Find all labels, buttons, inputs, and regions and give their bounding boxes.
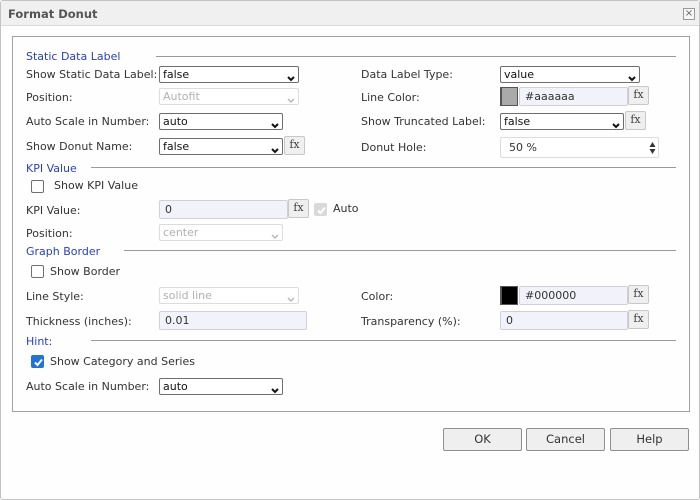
show-border-checkbox[interactable]	[31, 265, 44, 278]
donut-hole-spinner[interactable]: 50 %	[500, 137, 659, 158]
kpi-value-input[interactable]: 0	[159, 200, 288, 219]
donut-hole-value: 50 %	[509, 141, 537, 154]
line-color-fx-button[interactable]: fx	[628, 86, 649, 105]
auto-scale-label: Auto Scale in Number:	[26, 115, 150, 128]
section-divider	[91, 167, 676, 168]
select-value: solid line	[163, 289, 212, 302]
show-kpi-value-label: Show KPI Value	[54, 179, 138, 192]
show-static-data-label-select[interactable]: false	[159, 66, 299, 83]
close-icon[interactable]: ×	[683, 8, 695, 20]
section-divider	[91, 340, 676, 341]
line-color-label: Line Color:	[361, 91, 420, 104]
position-label: Position:	[26, 91, 73, 104]
section-divider	[124, 250, 676, 251]
select-value: center	[163, 226, 199, 239]
line-color-swatch[interactable]	[500, 87, 518, 106]
kpi-position-label: Position:	[26, 227, 73, 240]
auto-scale-select[interactable]: auto	[159, 113, 283, 130]
section-title-static-data-label: Static Data Label	[26, 50, 121, 63]
donut-hole-label: Donut Hole:	[361, 141, 427, 154]
spinner-arrows-icon[interactable]	[649, 141, 656, 155]
donut-name-fx-button[interactable]: fx	[284, 136, 305, 155]
dialog-title: Format Donut	[8, 7, 98, 21]
section-title-hint: Hint:	[26, 335, 53, 348]
hint-auto-scale-label: Auto Scale in Number:	[26, 380, 150, 393]
show-truncated-label-select[interactable]: false	[500, 113, 624, 130]
title-bar: Format Donut ×	[1, 1, 699, 26]
chevron-down-icon	[287, 71, 295, 82]
section-divider	[156, 56, 676, 57]
format-donut-dialog: Format Donut × Static Data Label Show St…	[0, 0, 700, 500]
line-color-input[interactable]: #aaaaaa	[519, 87, 628, 106]
thickness-input[interactable]: 0.01	[159, 311, 307, 330]
data-label-type-select[interactable]: value	[500, 66, 640, 83]
cancel-button[interactable]: Cancel	[526, 428, 605, 451]
kpi-value-fx-button[interactable]: fx	[288, 199, 309, 218]
section-title-kpi-value: KPI Value	[26, 162, 77, 175]
transparency-input[interactable]: 0	[500, 311, 628, 330]
show-kpi-value-checkbox[interactable]	[31, 180, 44, 193]
border-color-input[interactable]: #000000	[519, 286, 628, 305]
border-color-fx-button[interactable]: fx	[628, 285, 649, 304]
chevron-down-icon	[628, 71, 636, 82]
show-donut-name-label: Show Donut Name:	[26, 140, 133, 153]
hint-auto-scale-select[interactable]: auto	[159, 378, 283, 395]
kpi-auto-label: Auto	[333, 202, 359, 215]
line-style-select[interactable]: solid line	[159, 287, 299, 304]
kpi-position-select[interactable]: center	[159, 224, 283, 241]
section-title-graph-border: Graph Border	[26, 245, 101, 258]
chevron-down-icon	[271, 383, 279, 394]
border-color-label: Color:	[361, 290, 394, 303]
truncated-label-fx-button[interactable]: fx	[625, 111, 646, 130]
checkmark-icon	[34, 358, 43, 367]
transparency-label: Transparency (%):	[361, 315, 461, 328]
chevron-down-icon	[612, 118, 620, 129]
kpi-auto-checkbox[interactable]	[314, 203, 327, 216]
data-label-type-label: Data Label Type:	[361, 68, 453, 81]
select-value: false	[163, 68, 190, 81]
chevron-down-icon	[271, 143, 279, 154]
select-value: value	[504, 68, 535, 81]
help-button[interactable]: Help	[610, 428, 689, 451]
thickness-label: Thickness (inches):	[26, 315, 132, 328]
show-border-label: Show Border	[50, 265, 121, 278]
select-value: auto	[163, 115, 188, 128]
select-value: false	[163, 140, 190, 153]
border-color-swatch[interactable]	[500, 286, 518, 305]
chevron-down-icon	[271, 118, 279, 129]
select-value: false	[504, 115, 531, 128]
checkmark-icon	[317, 206, 326, 215]
settings-panel: Static Data Label Show Static Data Label…	[12, 36, 690, 412]
transparency-fx-button[interactable]: fx	[628, 310, 649, 329]
ok-button[interactable]: OK	[443, 428, 522, 451]
show-static-data-label-label: Show Static Data Label:	[26, 68, 158, 81]
line-style-label: Line Style:	[26, 290, 84, 303]
show-truncated-label-label: Show Truncated Label:	[361, 115, 486, 128]
chevron-down-icon	[271, 229, 279, 240]
select-value: auto	[163, 380, 188, 393]
show-donut-name-select[interactable]: false	[159, 138, 283, 155]
show-category-series-checkbox[interactable]	[31, 355, 44, 368]
kpi-value-label: KPI Value:	[26, 204, 81, 217]
chevron-down-icon	[287, 292, 295, 303]
show-category-series-label: Show Category and Series	[50, 355, 195, 368]
position-select[interactable]: Autofit	[159, 88, 299, 105]
select-value: Autofit	[163, 90, 200, 103]
chevron-down-icon	[287, 93, 295, 104]
